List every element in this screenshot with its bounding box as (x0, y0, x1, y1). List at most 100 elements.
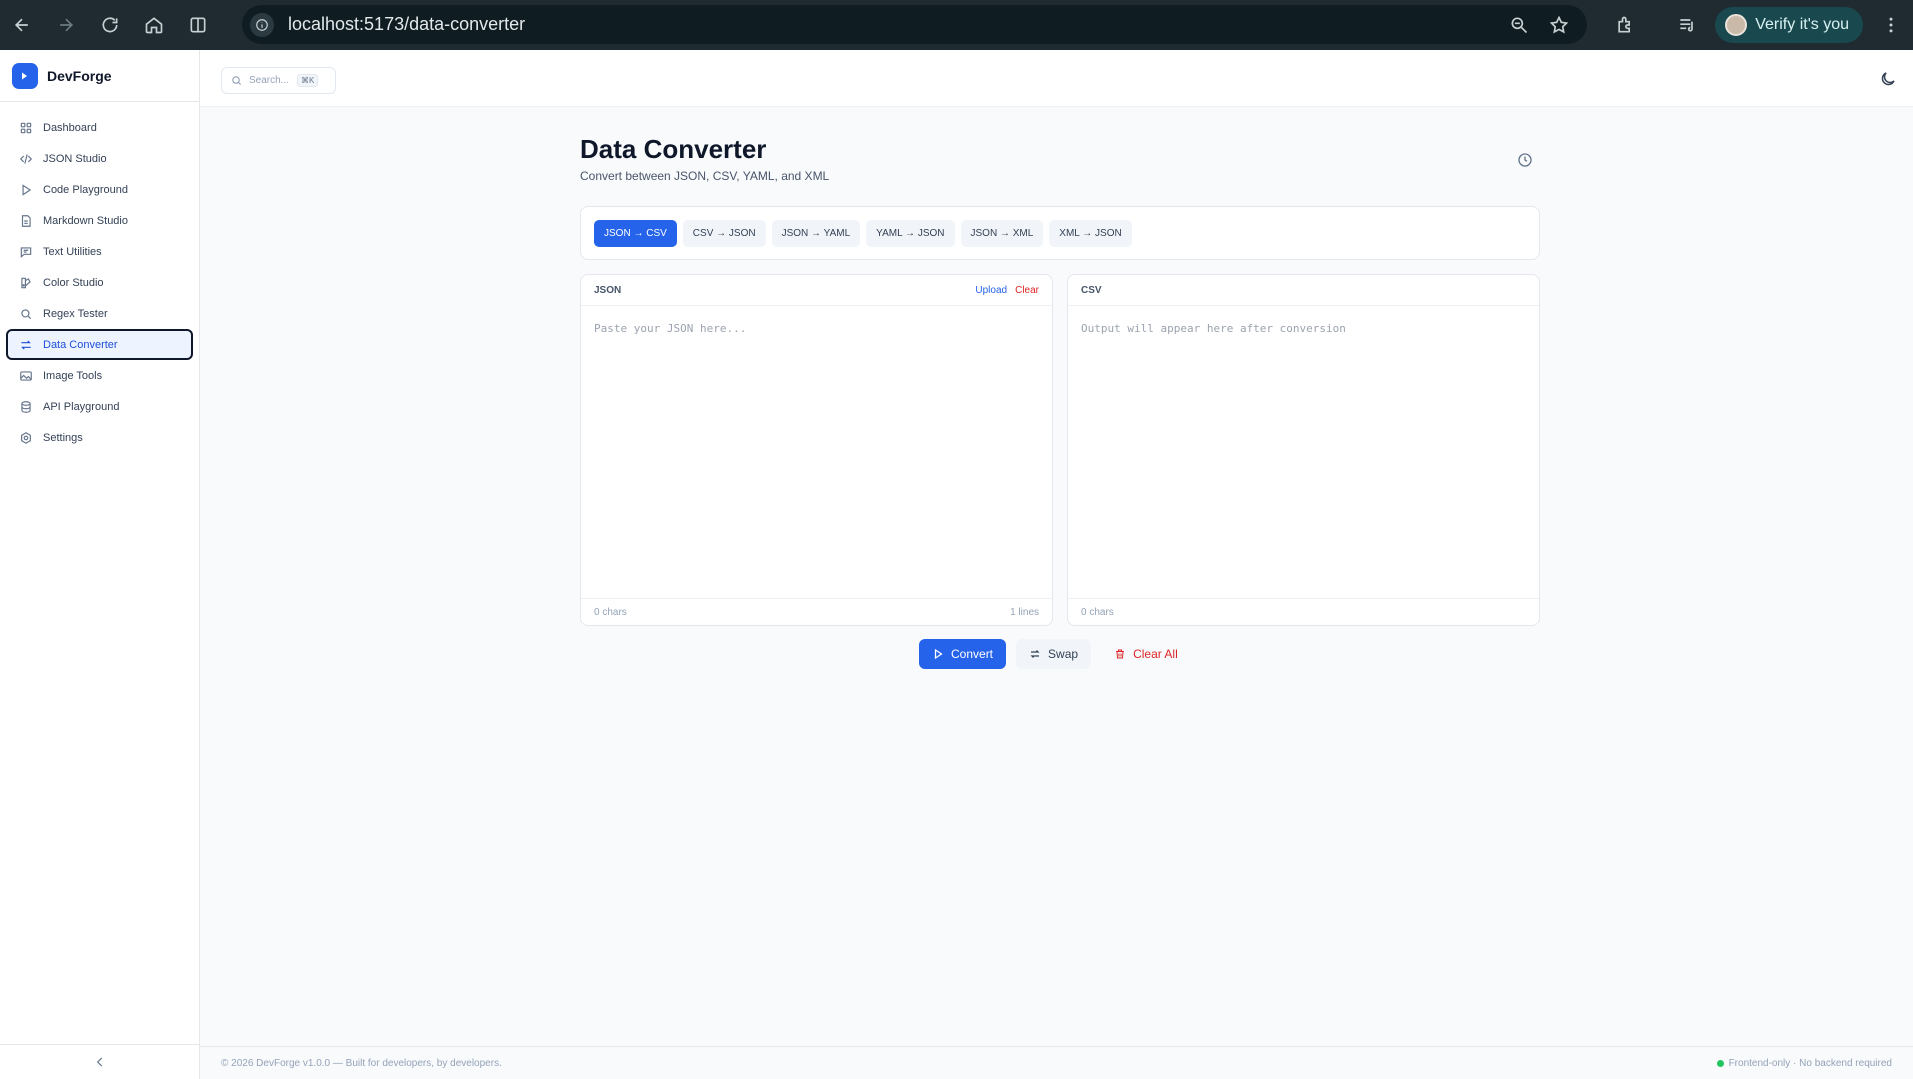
clear-button[interactable]: Clear (1015, 285, 1039, 296)
page-subtitle: Convert between JSON, CSV, YAML, and XML (580, 169, 830, 183)
kebab-menu-icon (1889, 17, 1893, 33)
sidebar-item-code-playground[interactable]: Code Playground (6, 174, 193, 205)
topbar: Search... ⌘K (200, 50, 1913, 107)
swap-label: Swap (1048, 647, 1079, 661)
sidebar-item-json-studio[interactable]: JSON Studio (6, 143, 193, 174)
tab-json-to-csv[interactable]: JSON → CSV (594, 219, 677, 247)
url-text[interactable]: localhost:5173/data-converter (288, 14, 525, 35)
sidebar-item-label: Dashboard (43, 121, 97, 134)
sidebar-item-image-tools[interactable]: Image Tools (6, 360, 193, 391)
sidebar-item-label: JSON Studio (43, 152, 107, 165)
page-title: Data Converter (580, 134, 767, 164)
chevron-left-icon (96, 1057, 102, 1067)
arrows-swap-icon (21, 340, 31, 349)
puzzle-icon (1618, 16, 1631, 33)
playlist-icon (1680, 19, 1694, 32)
browser-menu-button[interactable] (1869, 0, 1913, 50)
output-panel-header: CSV (1068, 275, 1539, 306)
output-placeholder: Output will appear here after conversion (1081, 322, 1346, 335)
brand-name: DevForge (47, 67, 112, 84)
clear-all-label: Clear All (1133, 647, 1178, 661)
sidebar-item-label: Image Tools (43, 369, 103, 382)
arrows-swap-icon (1030, 650, 1040, 658)
zoom-icon[interactable] (1509, 15, 1529, 35)
tab-xml-to-json[interactable]: XML → JSON (1049, 219, 1132, 247)
grid-icon (20, 122, 32, 133)
sidebar-item-api-playground[interactable]: API Playground (6, 391, 193, 422)
gear-icon (21, 431, 31, 444)
search-icon (21, 308, 32, 319)
avatar (1725, 14, 1748, 36)
sidebar-item-label: API Playground (43, 400, 120, 413)
output-editor[interactable]: Output will appear here after conversion (1068, 306, 1539, 598)
brand[interactable]: DevForge (0, 50, 199, 102)
browser-toolbar: localhost:5173/data-converter Verify it'… (0, 0, 1913, 50)
copyright-text: © 2026 DevForge v1.0.0 — Built for devel… (221, 1057, 502, 1069)
sidebar-item-label: Text Utilities (43, 245, 102, 258)
media-controls-button[interactable] (1665, 0, 1709, 50)
address-bar[interactable]: localhost:5173/data-converter (242, 5, 1587, 44)
sidebar: DevForge Dashboard JSON Studio Code Play… (0, 50, 200, 1079)
sidebar-item-markdown-studio[interactable]: Markdown Studio (6, 205, 193, 236)
sidebar-item-regex-tester[interactable]: Regex Tester (6, 298, 193, 329)
sidebar-item-data-converter[interactable]: Data Converter (6, 329, 193, 360)
output-panel-footer: 0 chars (1068, 598, 1539, 626)
palette-icon (21, 277, 31, 288)
reload-button[interactable] (88, 0, 132, 50)
search-icon (232, 76, 242, 86)
sidebar-item-label: Regex Tester (43, 307, 108, 320)
home-button[interactable] (132, 0, 176, 50)
input-editor[interactable]: Paste your JSON here... (581, 306, 1052, 598)
tab-json-to-yaml[interactable]: JSON → YAML (771, 219, 861, 247)
input-panel-footer: 0 chars 1 lines (581, 598, 1052, 626)
star-icon[interactable] (1549, 15, 1569, 35)
trash-icon (1116, 649, 1125, 659)
home-icon (145, 17, 163, 34)
convert-label: Convert (951, 647, 994, 661)
back-button[interactable] (0, 0, 44, 50)
site-info-button[interactable] (242, 5, 282, 44)
action-bar: Convert Swap Clear All (919, 639, 1191, 669)
footer: © 2026 DevForge v1.0.0 — Built for devel… (200, 1046, 1913, 1079)
input-line-count: 1 lines (1010, 607, 1039, 618)
search-input[interactable]: Search... ⌘K (221, 67, 336, 94)
profile-button[interactable]: Verify it's you (1715, 7, 1863, 43)
image-icon (20, 370, 32, 381)
sidebar-item-label: Color Studio (43, 276, 104, 289)
forward-button[interactable] (44, 0, 88, 50)
search-placeholder: Search... (249, 75, 290, 86)
code-icon (19, 153, 33, 164)
search-shortcut: ⌘K (297, 74, 319, 87)
play-icon (934, 648, 943, 660)
sidebar-item-text-utilities[interactable]: Text Utilities (6, 236, 193, 267)
moon-icon[interactable] (1879, 70, 1897, 88)
output-char-count: 0 chars (1081, 607, 1114, 618)
history-icon[interactable] (1517, 152, 1533, 168)
profile-label: Verify it's you (1755, 16, 1849, 33)
input-placeholder: Paste your JSON here... (594, 322, 747, 335)
reload-icon (102, 17, 118, 33)
message-square-icon (20, 246, 32, 258)
extensions-button[interactable] (1603, 0, 1647, 50)
clear-all-button[interactable]: Clear All (1101, 639, 1191, 669)
sidebar-item-label: Data Converter (43, 338, 118, 351)
tab-json-to-xml[interactable]: JSON → XML (960, 219, 1044, 247)
logo-icon (12, 62, 38, 89)
sidebar-nav: Dashboard JSON Studio Code Playground Ma… (0, 102, 199, 453)
upload-button[interactable]: Upload (975, 285, 1007, 296)
tab-csv-to-json[interactable]: CSV → JSON (682, 219, 766, 247)
swap-button[interactable]: Swap (1016, 639, 1092, 669)
status-dot (1716, 1059, 1724, 1067)
sidebar-item-color-studio[interactable]: Color Studio (6, 267, 193, 298)
sidebar-item-label: Settings (43, 431, 83, 444)
split-view-icon (190, 17, 206, 33)
convert-button[interactable]: Convert (919, 639, 1007, 669)
output-panel-title: CSV (1081, 284, 1102, 296)
sidebar-item-settings[interactable]: Settings (6, 422, 193, 453)
info-icon (256, 18, 268, 31)
status-text: Frontend-only · No backend required (1728, 1057, 1892, 1069)
split-view-button[interactable] (176, 0, 220, 50)
sidebar-item-dashboard[interactable]: Dashboard (6, 112, 193, 143)
tab-yaml-to-json[interactable]: YAML → JSON (866, 219, 955, 247)
collapse-sidebar-button[interactable] (0, 1044, 199, 1079)
